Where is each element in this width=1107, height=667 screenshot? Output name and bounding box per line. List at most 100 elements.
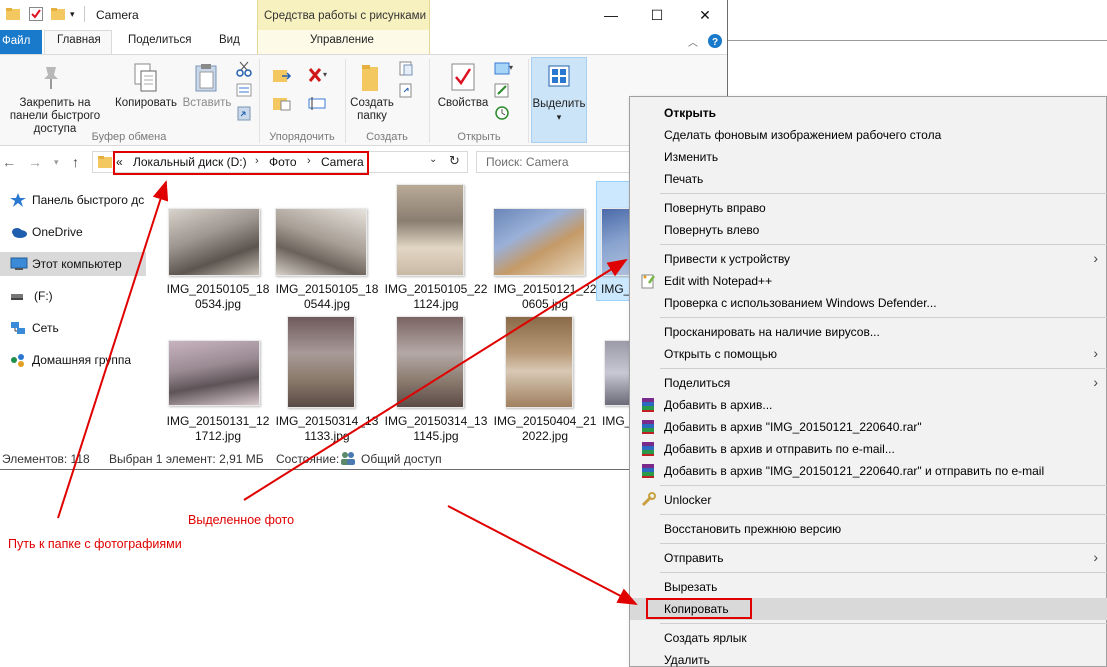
menu-item-windows-defender[interactable]: Проверка с использованием Windows Defend…	[630, 292, 1107, 314]
search-input[interactable]: Поиск: Camera	[476, 151, 646, 173]
background-divider	[728, 40, 1107, 41]
menu-item-delete[interactable]: Удалить	[630, 649, 1107, 667]
submenu-arrow-icon: ›	[1093, 374, 1098, 390]
back-arrow-icon[interactable]: ←	[2, 154, 16, 170]
menu-item-set-wallpaper[interactable]: Сделать фоновым изображением рабочего ст…	[630, 124, 1107, 146]
collapse-ribbon-icon[interactable]: ︿	[688, 34, 698, 49]
file-name: IMG_20150105_18 0544.jpg	[275, 282, 379, 311]
new-folder-icon[interactable]	[51, 7, 65, 21]
move-to-icon[interactable]	[272, 67, 294, 88]
menu-item-cut[interactable]: Вырезать	[630, 576, 1107, 598]
easy-access-icon[interactable]	[398, 83, 418, 102]
nav-quick-access[interactable]: Панель быстрого дс	[0, 188, 146, 212]
cloud-icon	[10, 225, 27, 239]
annotation-selected-photo: Выделенное фото	[188, 513, 295, 527]
copy-path-icon[interactable]	[236, 83, 252, 100]
properties-button[interactable]: Свойства	[434, 97, 492, 110]
edit-icon[interactable]	[494, 83, 510, 102]
tab-manage[interactable]: Управление	[310, 34, 374, 46]
customize-dropdown-icon[interactable]: ▾	[70, 9, 84, 23]
nav-label: Панель быстрого дс	[32, 193, 145, 207]
menu-separator	[660, 572, 1107, 573]
file-item[interactable]: IMG_	[600, 314, 632, 434]
item-count: Элементов: 118	[2, 452, 90, 466]
cut-icon[interactable]	[236, 61, 252, 80]
refresh-icon[interactable]: ↻	[449, 153, 460, 169]
nav-label: Сеть	[32, 321, 59, 335]
delete-icon[interactable]: ▾	[307, 67, 329, 88]
menu-item-archive-named-email[interactable]: Добавить в архив "IMG_20150121_220640.ra…	[630, 460, 1107, 482]
paste-button[interactable]: Вставить	[180, 97, 234, 110]
winrar-icon	[640, 397, 656, 413]
select-button[interactable]: Выделить	[531, 98, 587, 111]
maximize-button[interactable]: ☐	[634, 0, 680, 30]
help-icon[interactable]: ?	[708, 34, 722, 51]
menu-item-cast-to-device[interactable]: Привести к устройству ›	[630, 248, 1107, 270]
menu-item-print[interactable]: Печать	[630, 168, 1107, 190]
winrar-icon	[640, 419, 656, 435]
new-item-icon[interactable]	[398, 61, 418, 80]
menu-item-unlocker[interactable]: Unlocker	[630, 489, 1107, 511]
group-open: Открыть	[457, 131, 501, 143]
minimize-button[interactable]: —	[588, 0, 634, 30]
explorer-window: ▾ Camera Средства работы с рисунками — ☐…	[0, 0, 728, 470]
svg-text:▾: ▾	[323, 70, 327, 79]
tab-view[interactable]: Вид	[219, 34, 240, 46]
rename-icon[interactable]	[307, 95, 329, 116]
tab-share[interactable]: Поделиться	[128, 34, 192, 46]
new-folder-large-icon	[360, 63, 382, 96]
new-folder-button[interactable]: Создать папку	[346, 97, 398, 123]
file-item[interactable]: IMG_20150105_18 0544.jpg	[273, 182, 381, 311]
up-arrow-icon[interactable]: ↑	[72, 154, 79, 170]
nav-network[interactable]: Сеть	[0, 316, 146, 340]
open-icon[interactable]: ▾	[494, 61, 514, 80]
folder-icon[interactable]	[6, 7, 20, 21]
shared-users-icon	[340, 451, 356, 468]
file-item[interactable]: IMG_20150105_18 0534.jpg	[164, 182, 272, 311]
copy-highlight-box	[646, 598, 752, 619]
tab-home[interactable]: Главная	[57, 34, 101, 46]
submenu-arrow-icon: ›	[1093, 250, 1098, 266]
file-item[interactable]: IMG_20150121_22 0605.jpg	[491, 182, 599, 311]
menu-item-share[interactable]: Поделиться ›	[630, 372, 1107, 394]
copy-to-icon[interactable]	[272, 95, 294, 116]
file-item[interactable]: IMG_20150105_22 1124.jpg	[382, 182, 490, 311]
file-item[interactable]: IMG_20150314_13 1133.jpg	[273, 314, 381, 443]
nav-onedrive[interactable]: OneDrive	[0, 220, 146, 244]
menu-item-virus-scan[interactable]: Просканировать на наличие вирусов...	[630, 321, 1107, 343]
photo-thumbnail	[505, 316, 573, 408]
menu-item-send-to[interactable]: Отправить ›	[630, 547, 1107, 569]
close-button[interactable]: ✕	[682, 0, 727, 30]
menu-item-restore-version[interactable]: Восстановить прежнюю версию	[630, 518, 1107, 540]
file-item[interactable]: IMG_20150131_12 1712.jpg	[164, 314, 272, 443]
file-item[interactable]: IMG_20150314_13 1145.jpg	[382, 314, 490, 443]
nav-homegroup[interactable]: Домашняя группа	[0, 348, 146, 372]
nav-this-pc[interactable]: Этот компьютер	[0, 252, 146, 276]
menu-item-open-with[interactable]: Открыть с помощью ›	[630, 343, 1107, 365]
menu-item-edit[interactable]: Изменить	[630, 146, 1107, 168]
menu-item-add-archive[interactable]: Добавить в архив...	[630, 394, 1107, 416]
address-dropdown-icon[interactable]: ⌄	[429, 154, 437, 165]
menu-item-archive-email[interactable]: Добавить в архив и отправить по e-mail..…	[630, 438, 1107, 460]
menu-item-rotate-left[interactable]: Повернуть влево	[630, 219, 1107, 241]
forward-arrow-icon[interactable]: →	[28, 154, 42, 170]
paste-icon	[194, 63, 218, 96]
menu-item-rotate-right[interactable]: Повернуть вправо	[630, 197, 1107, 219]
menu-item-notepadpp[interactable]: Edit with Notepad++	[630, 270, 1107, 292]
menu-item-open[interactable]: Открыть	[630, 102, 1107, 124]
properties-check-icon[interactable]	[29, 7, 43, 21]
menu-item-create-shortcut[interactable]: Создать ярлык	[630, 627, 1107, 649]
history-icon[interactable]	[494, 105, 510, 124]
tab-file[interactable]: Файл	[0, 30, 42, 54]
nav-label: Этот компьютер	[32, 257, 122, 271]
menu-item-add-archive-named[interactable]: Добавить в архив "IMG_20150121_220640.ra…	[630, 416, 1107, 438]
file-item[interactable]: IMG_20150404_21 2022.jpg	[491, 314, 599, 443]
menu-separator	[660, 368, 1107, 369]
paste-shortcut-icon[interactable]	[236, 105, 252, 124]
nav-drive-f[interactable]: (F:)	[0, 284, 146, 308]
group-organize: Упорядочить	[269, 131, 335, 143]
file-name: IMG_20150105_18 0534.jpg	[166, 282, 270, 311]
select-dropdown-icon[interactable]: ▾	[531, 111, 587, 124]
copy-button[interactable]: Копировать	[112, 97, 180, 110]
recent-dropdown-icon[interactable]: ▾	[54, 157, 59, 168]
